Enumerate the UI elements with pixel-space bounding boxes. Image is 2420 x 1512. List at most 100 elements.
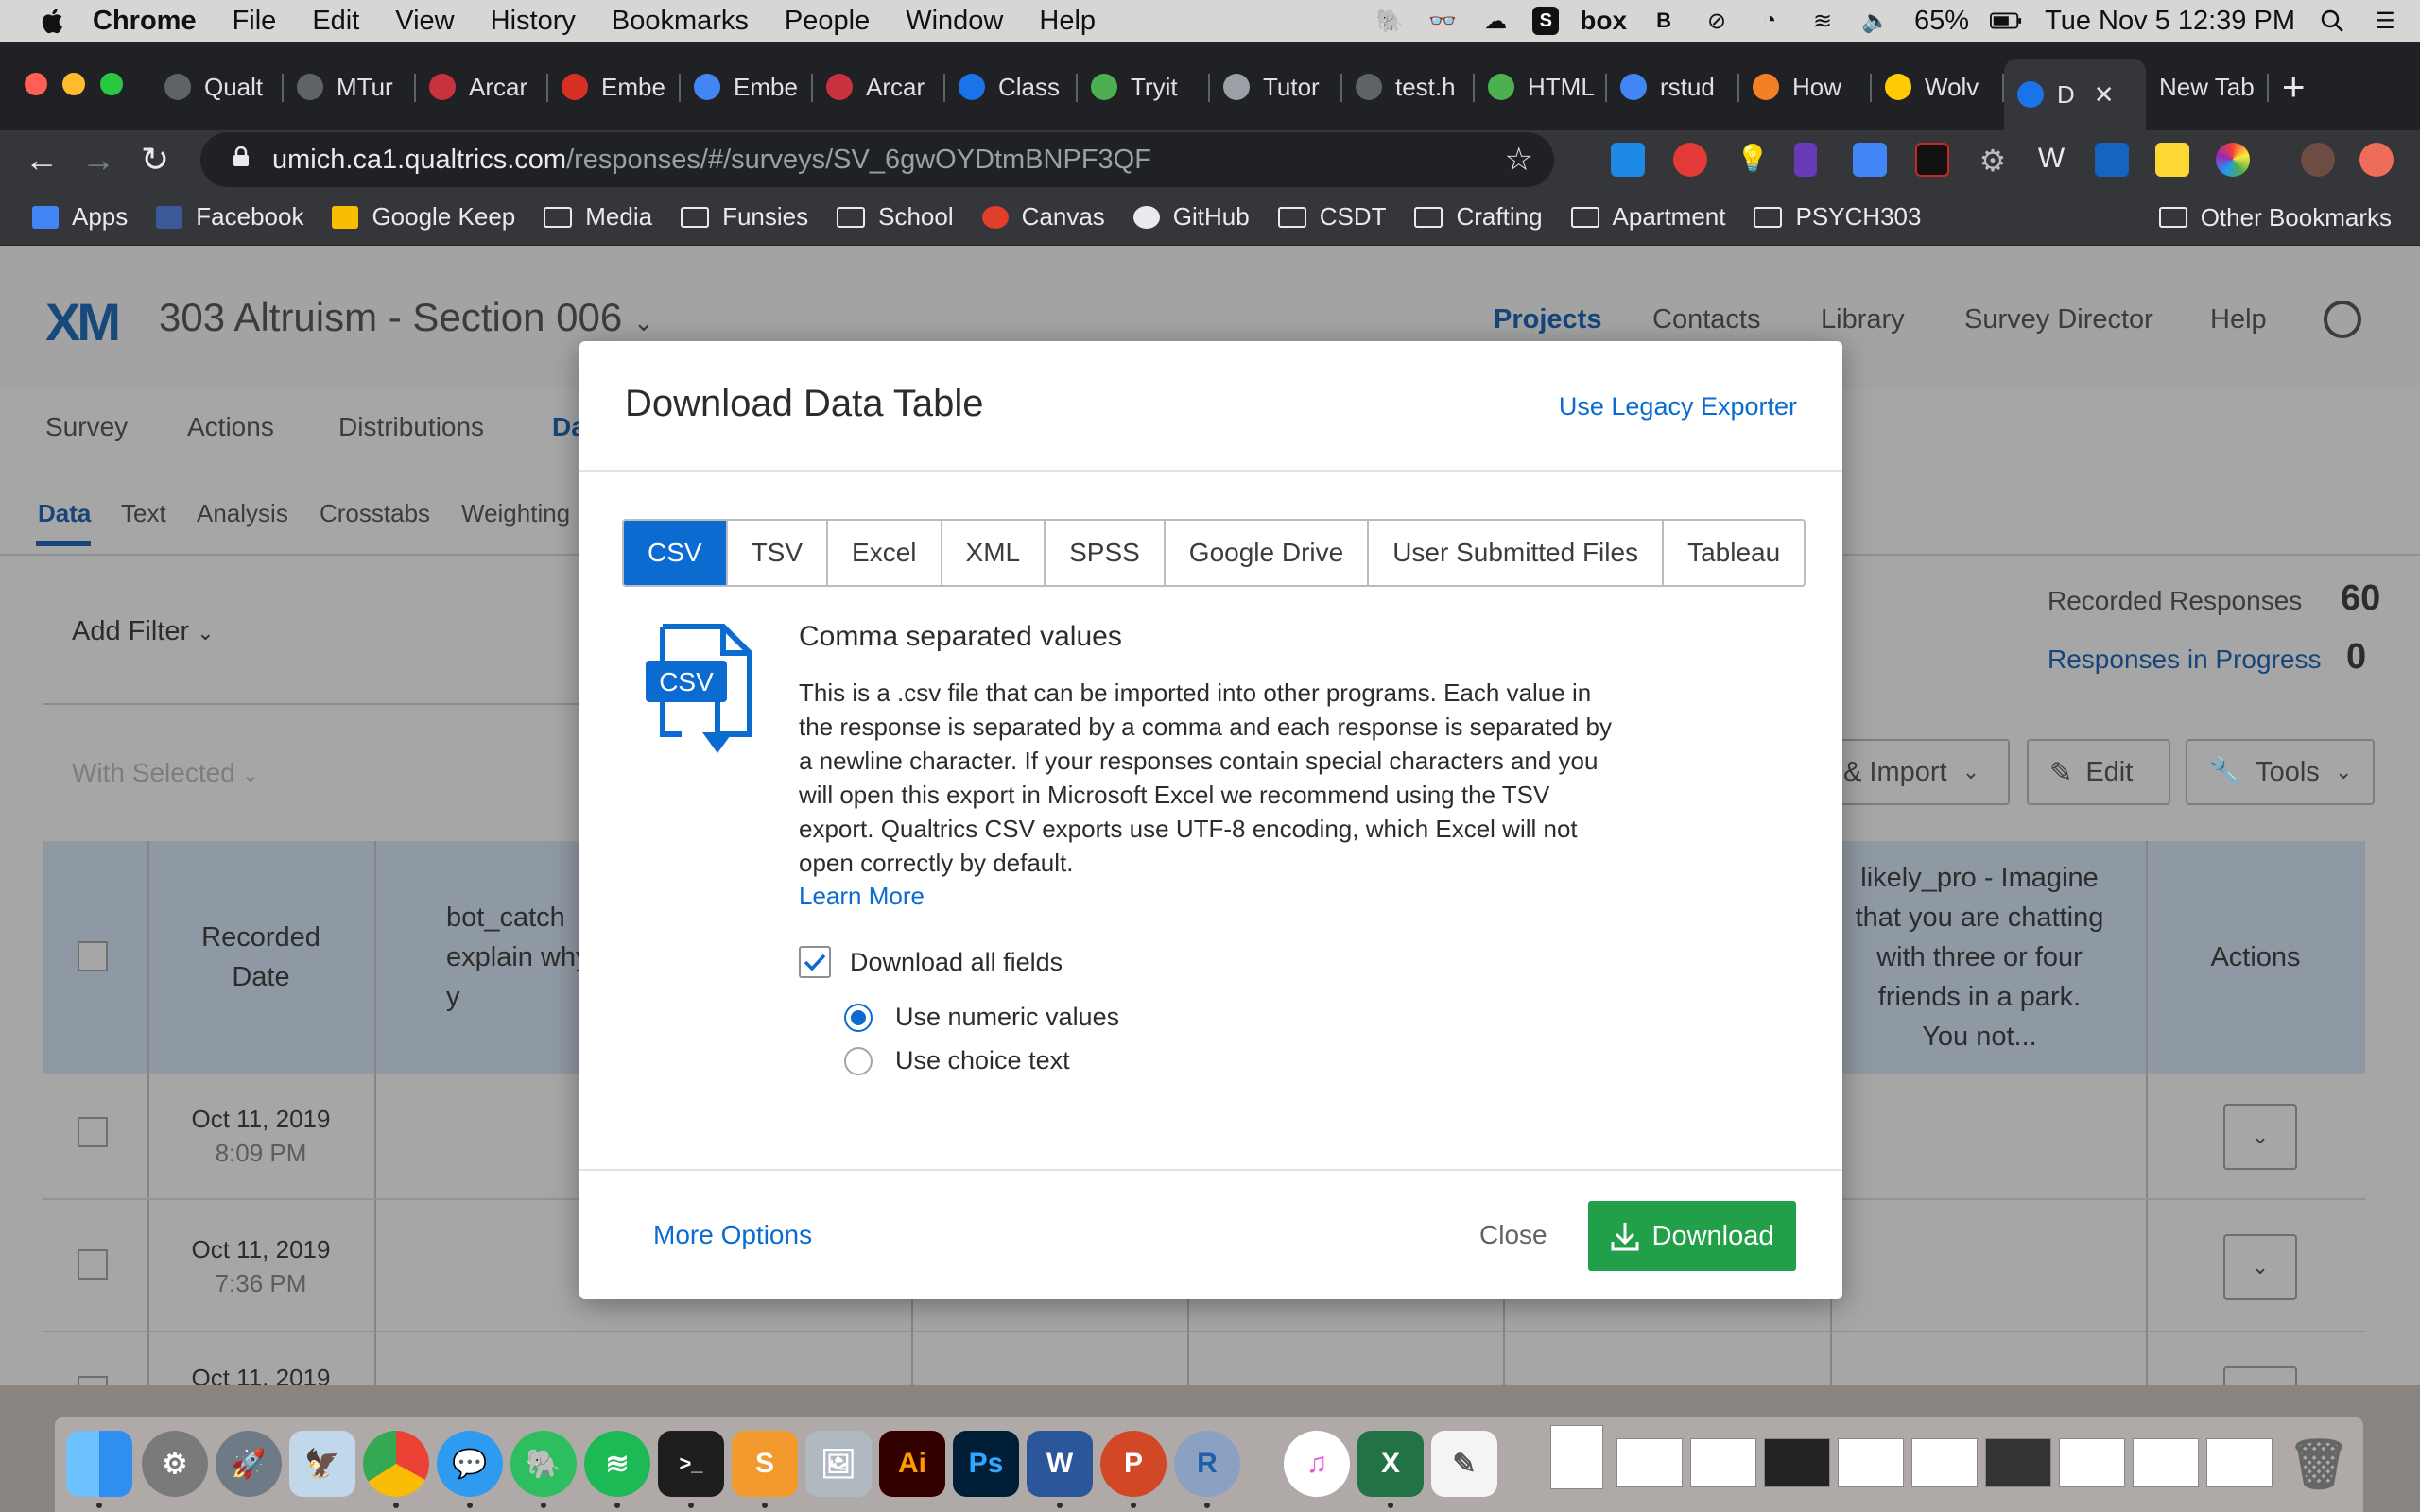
excel-icon[interactable]: X <box>1357 1431 1424 1497</box>
trash-icon[interactable]: 🗑 <box>2286 1431 2352 1497</box>
row-checkbox[interactable] <box>78 1376 108 1385</box>
nav-help[interactable]: Help <box>2210 304 2267 335</box>
browser-tab[interactable]: Tutor <box>1210 60 1342 113</box>
bookmark-media[interactable]: Media <box>544 202 652 232</box>
use-legacy-exporter-link[interactable]: Use Legacy Exporter <box>1559 392 1797 421</box>
bookmark-google-keep[interactable]: Google Keep <box>332 202 515 232</box>
address-bar[interactable]: umich.ca1.qualtrics.com/responses/#/surv… <box>200 132 1554 187</box>
evernote-icon[interactable]: 🐘 <box>510 1431 577 1497</box>
menu-file[interactable]: File <box>233 6 277 37</box>
format-tab-google-drive[interactable]: Google Drive <box>1163 521 1368 585</box>
menu-people[interactable]: People <box>785 6 870 37</box>
calendar-extension-icon[interactable] <box>1853 143 1887 177</box>
tab-close-icon[interactable]: ✕ <box>2094 80 2115 110</box>
row-checkbox[interactable] <box>78 1249 108 1280</box>
account-icon[interactable] <box>2324 301 2361 338</box>
row-actions-dropdown[interactable] <box>2223 1366 2297 1385</box>
r-app-icon[interactable]: R <box>1174 1431 1240 1497</box>
profile-avatar[interactable] <box>2301 143 2335 177</box>
extension-icon-6[interactable] <box>1915 143 1949 177</box>
bookmark-apartment[interactable]: Apartment <box>1570 202 1725 232</box>
bookmark-funsies[interactable]: Funsies <box>681 202 808 232</box>
forward-button[interactable]: → <box>70 140 127 180</box>
menu-chrome[interactable]: Chrome <box>93 6 197 37</box>
xm-logo[interactable]: XM <box>45 291 121 352</box>
extension-icon-2[interactable] <box>1673 143 1707 177</box>
do-not-disturb-icon[interactable]: ⊘ <box>1701 7 1733 35</box>
close-button[interactable]: Close <box>1479 1220 1547 1250</box>
edit-button[interactable]: ✎ Edit <box>2027 739 2170 805</box>
nav-contacts[interactable]: Contacts <box>1652 304 1760 335</box>
lock-icon[interactable] <box>227 146 255 173</box>
browser-tab[interactable]: Embe <box>681 60 813 113</box>
browser-tab[interactable]: MTur <box>284 60 416 113</box>
lightbulb-extension-icon[interactable]: 💡 <box>1736 143 1770 177</box>
menu-edit[interactable]: Edit <box>312 6 359 37</box>
menu-history[interactable]: History <box>491 6 576 37</box>
project-title[interactable]: 303 Altruism - Section 006 ⌄ <box>159 295 654 340</box>
powerpoint-icon[interactable]: P <box>1100 1431 1167 1497</box>
minimized-window-thumbnail[interactable] <box>1838 1438 1904 1487</box>
word-icon[interactable]: W <box>1027 1431 1093 1497</box>
bookmark-apps[interactable]: Apps <box>32 202 128 232</box>
tab-distributions[interactable]: Distributions <box>338 412 484 442</box>
subtab-analysis[interactable]: Analysis <box>197 499 288 528</box>
minimized-window-thumbnail[interactable] <box>2133 1438 2199 1487</box>
subtab-weighting[interactable]: Weighting <box>461 499 570 528</box>
tools-button[interactable]: 🔧 Tools ⌄ <box>2186 739 2375 805</box>
responses-in-progress-link[interactable]: Responses in Progress <box>2048 644 2321 675</box>
bookmark-csdt[interactable]: CSDT <box>1277 202 1386 232</box>
minimized-window-thumbnail[interactable] <box>1550 1425 1603 1489</box>
format-tab-tableau[interactable]: Tableau <box>1662 521 1805 585</box>
extension-icon-10[interactable] <box>2155 143 2189 177</box>
terminal-icon[interactable]: >_ <box>658 1431 724 1497</box>
window-close-button[interactable] <box>25 73 47 95</box>
bookmark-canvas[interactable]: Canvas <box>981 202 1105 232</box>
minimized-window-thumbnail[interactable] <box>2206 1438 2273 1487</box>
chrome-dock-icon[interactable] <box>363 1431 429 1497</box>
format-tab-excel[interactable]: Excel <box>826 521 941 585</box>
nav-projects[interactable]: Projects <box>1494 304 1601 335</box>
launchpad-icon[interactable]: 🚀 <box>216 1431 282 1497</box>
extension-icon-4[interactable] <box>1794 143 1817 177</box>
new-tab-button[interactable]: + <box>2282 64 2306 110</box>
use-choice-text-radio[interactable] <box>844 1046 873 1075</box>
column-recorded-date[interactable]: Recorded Date <box>149 841 372 1074</box>
photoshop-icon[interactable]: Ps <box>953 1431 1019 1497</box>
browser-tab[interactable]: D ✕ <box>2004 59 2146 130</box>
window-minimize-button[interactable] <box>62 73 85 95</box>
battery-icon[interactable] <box>1990 7 2022 35</box>
column-actions[interactable]: Actions <box>2146 841 2365 1074</box>
box-status-icon[interactable]: box <box>1580 6 1627 35</box>
bookmark-star-icon[interactable]: ☆ <box>1505 141 1533 179</box>
textedit-icon[interactable]: ✎ <box>1431 1431 1497 1497</box>
download-button[interactable]: Download <box>1588 1201 1796 1271</box>
minimized-window-thumbnail[interactable] <box>1690 1438 1756 1487</box>
creative-cloud-status-icon[interactable]: ☁ <box>1479 7 1512 35</box>
glasses-status-icon[interactable]: 👓 <box>1426 7 1459 35</box>
use-numeric-values-radio[interactable] <box>844 1003 873 1032</box>
image-capture-icon[interactable]: 🖼 <box>805 1431 872 1497</box>
extension-icon-1[interactable] <box>1611 143 1645 177</box>
messages-icon[interactable]: 💬 <box>437 1431 503 1497</box>
nav-survey-director[interactable]: Survey Director <box>1964 304 2153 335</box>
gear-extension-icon[interactable]: ⚙ <box>1976 143 2010 178</box>
download-all-fields-checkbox[interactable] <box>799 946 831 978</box>
reload-button[interactable]: ↻ <box>127 140 183 180</box>
row-actions-dropdown[interactable]: ⌄ <box>2223 1104 2297 1170</box>
format-tab-user-submitted-files[interactable]: User Submitted Files <box>1367 521 1663 585</box>
other-bookmarks[interactable]: Other Bookmarks <box>2158 189 2392 246</box>
browser-tab[interactable]: Wolv <box>1872 60 2004 113</box>
back-button[interactable]: ← <box>13 140 70 180</box>
minimized-window-thumbnail[interactable] <box>2059 1438 2125 1487</box>
system-preferences-icon[interactable]: ⚙ <box>142 1431 208 1497</box>
format-tab-tsv[interactable]: TSV <box>725 521 827 585</box>
add-filter-button[interactable]: Add Filter ⌄ <box>72 616 215 647</box>
spotlight-search-icon[interactable] <box>2316 7 2348 35</box>
menubar-clock[interactable]: Tue Nov 5 12:39 PM <box>2045 6 2295 37</box>
apple-menu-icon[interactable] <box>38 6 64 36</box>
select-all-checkbox[interactable] <box>78 941 108 971</box>
extension-icon-8[interactable]: W <box>2034 143 2068 177</box>
menu-help[interactable]: Help <box>1039 6 1096 37</box>
row-checkbox[interactable] <box>78 1117 108 1147</box>
